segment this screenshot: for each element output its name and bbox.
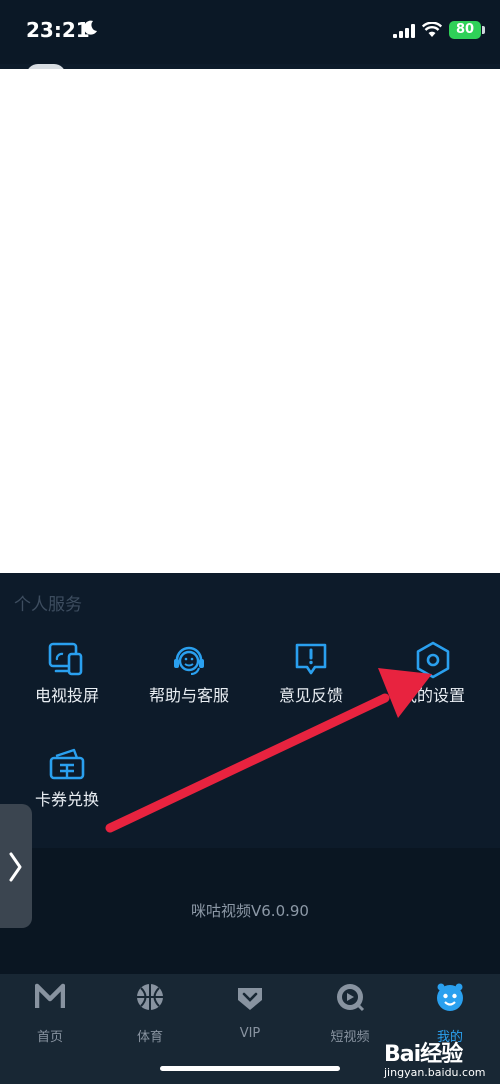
app-version: 咪咕视频V6.0.90 <box>191 902 309 920</box>
vip-icon <box>238 988 262 1010</box>
service-coupon[interactable]: 卡券兑换 <box>17 744 117 814</box>
side-drawer-handle[interactable] <box>0 804 32 928</box>
mine-face-icon <box>437 983 463 1011</box>
coupon-icon <box>49 748 85 780</box>
home-logo-icon <box>35 983 65 1008</box>
tab-mine[interactable]: 我的 <box>400 982 500 1045</box>
sports-ball-icon <box>137 984 163 1010</box>
service-feedback[interactable]: 意见反馈 <box>261 640 361 710</box>
home-indicator[interactable] <box>160 1066 340 1071</box>
moon-icon <box>83 20 97 35</box>
tab-sports[interactable]: 体育 <box>100 982 200 1045</box>
battery-tip <box>482 26 485 34</box>
tab-label: 首页 <box>36 1030 63 1045</box>
status-time: 23:21 <box>26 18 90 42</box>
battery-indicator: 80 <box>449 21 481 39</box>
service-label: 帮助与客服 <box>148 686 229 705</box>
service-label: 意见反馈 <box>278 686 343 705</box>
watermark-sub: jingyan.baidu.com <box>384 1066 486 1079</box>
watermark-main: Bai经验 <box>384 1042 463 1067</box>
tv-cast-icon <box>48 642 83 676</box>
section-title: 个人服务 <box>14 595 82 615</box>
tab-label: VIP <box>239 1026 261 1041</box>
status-bar: 23:21 80 <box>0 0 500 64</box>
watermark: Bai经验 jingyan.baidu.com <box>384 1036 494 1082</box>
service-settings[interactable]: 我的设置 <box>383 640 483 710</box>
battery-level: 80 <box>455 22 475 37</box>
service-label: 电视投屏 <box>34 686 99 705</box>
customer-service-icon <box>174 646 204 675</box>
tab-label: 体育 <box>136 1030 163 1045</box>
service-label: 我的设置 <box>400 686 465 705</box>
tab-vip[interactable]: VIP <box>200 982 300 1042</box>
feedback-icon <box>295 643 327 675</box>
short-video-icon <box>337 984 365 1012</box>
settings-icon <box>416 641 450 679</box>
tab-short-video[interactable]: 短视频 <box>300 982 400 1045</box>
profile-panel-redacted <box>0 69 500 573</box>
signal-icon <box>393 24 415 38</box>
service-tv-cast[interactable]: 电视投屏 <box>17 640 117 710</box>
wifi-icon <box>422 22 442 37</box>
service-label: 卡券兑换 <box>34 790 99 809</box>
chevron-right-icon <box>9 852 22 882</box>
service-help[interactable]: 帮助与客服 <box>139 640 239 710</box>
tab-home[interactable]: 首页 <box>0 982 100 1045</box>
